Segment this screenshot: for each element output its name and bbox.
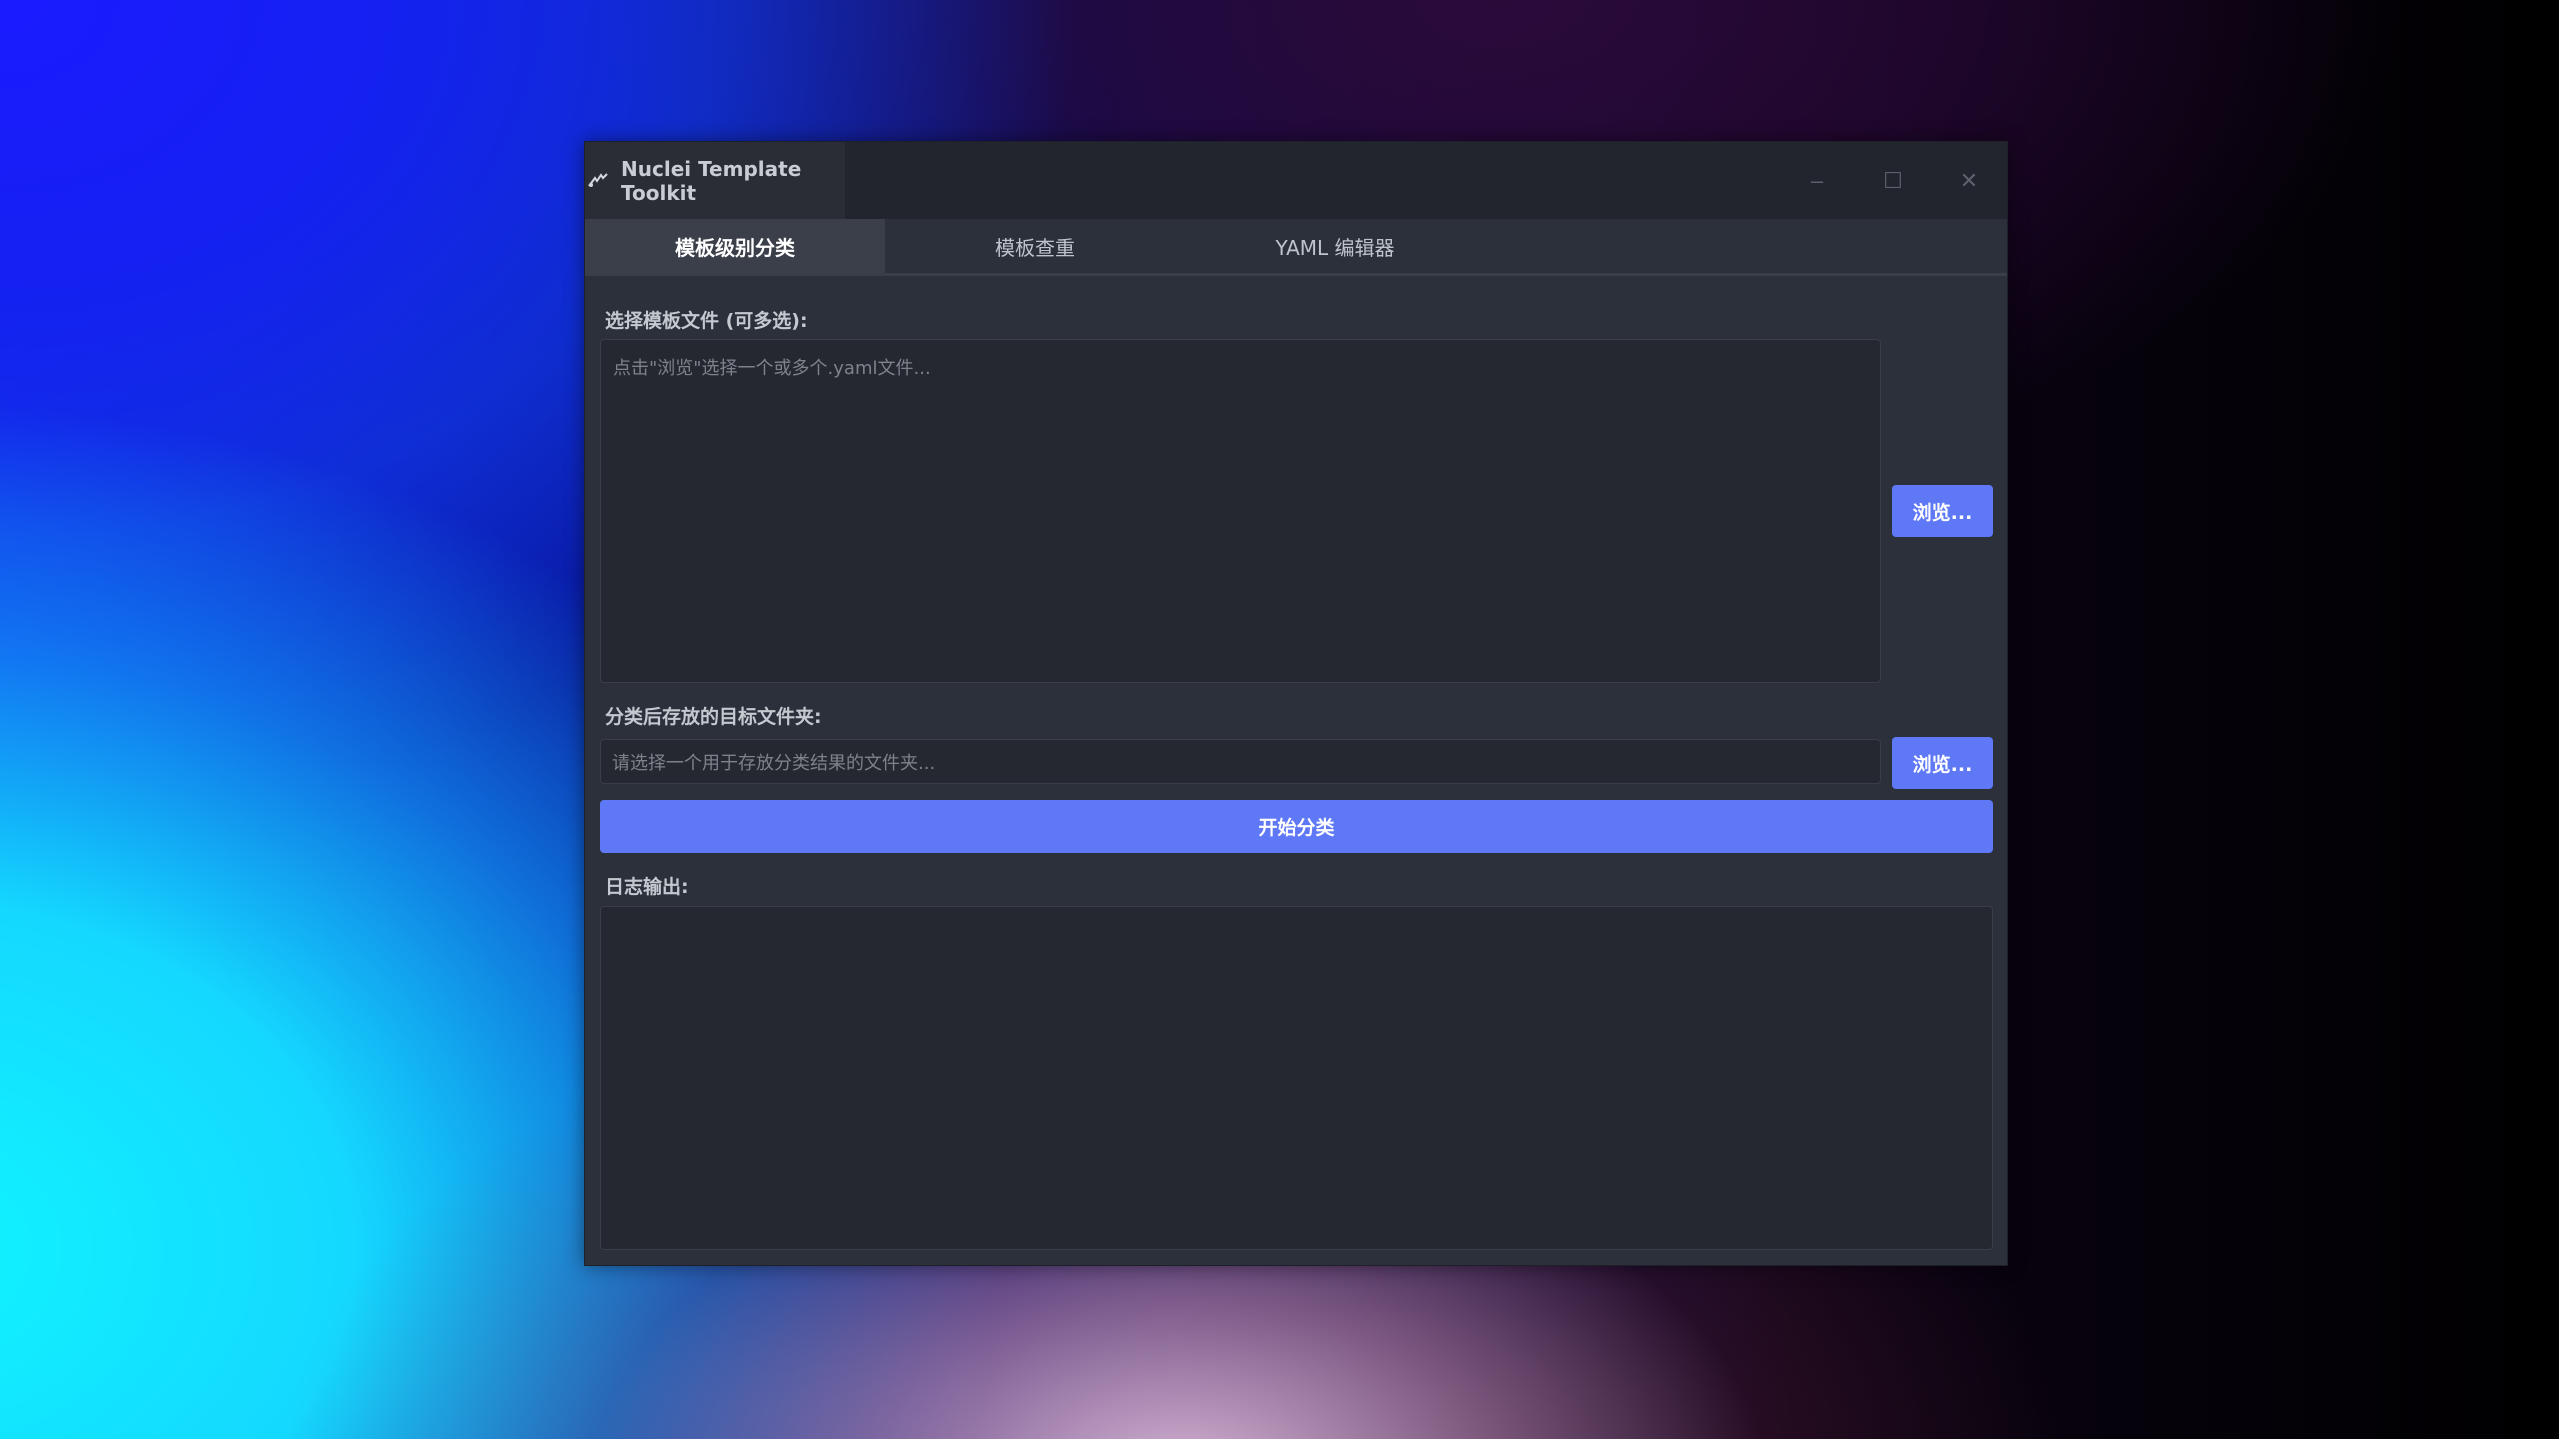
app-window: Nuclei Template Toolkit – ☐ ✕ 模板级别分类 模板查… (584, 141, 2008, 1266)
maximize-button[interactable]: ☐ (1855, 142, 1931, 219)
target-folder-label: 分类后存放的目标文件夹: (605, 706, 822, 728)
close-icon: ✕ (1959, 167, 1979, 193)
title-bar[interactable]: Nuclei Template Toolkit – ☐ ✕ (585, 142, 2007, 219)
title-group: Nuclei Template Toolkit (585, 142, 845, 219)
minimize-button[interactable]: – (1779, 142, 1855, 219)
target-folder-placeholder: 请选择一个用于存放分类结果的文件夹... (612, 752, 936, 774)
browse-files-button[interactable]: 浏览... (1892, 485, 1993, 537)
window-title: Nuclei Template Toolkit (621, 156, 802, 205)
close-button[interactable]: ✕ (1931, 142, 2007, 219)
browse-target-button[interactable]: 浏览... (1892, 737, 1993, 789)
log-output-label: 日志输出: (605, 876, 689, 898)
tab-yaml-editor[interactable]: YAML 编辑器 (1185, 219, 1485, 273)
tab-template-dedup[interactable]: 模板查重 (885, 219, 1185, 273)
start-classify-button[interactable]: 开始分类 (600, 800, 1993, 853)
template-files-list[interactable]: 点击"浏览"选择一个或多个.yaml文件... (600, 339, 1881, 683)
log-output-area[interactable] (600, 906, 1993, 1250)
tab-template-level-classify[interactable]: 模板级别分类 (585, 219, 885, 273)
maximize-icon: ☐ (1883, 167, 1903, 193)
nuclei-icon (587, 169, 609, 193)
window-controls: – ☐ ✕ (1779, 142, 2007, 219)
minimize-icon: – (1810, 167, 1824, 193)
template-files-placeholder: 点击"浏览"选择一个或多个.yaml文件... (613, 358, 931, 379)
template-files-label: 选择模板文件 (可多选): (605, 310, 808, 332)
tab-bar: 模板级别分类 模板查重 YAML 编辑器 (585, 219, 2007, 276)
target-folder-input[interactable]: 请选择一个用于存放分类结果的文件夹... (600, 739, 1881, 784)
